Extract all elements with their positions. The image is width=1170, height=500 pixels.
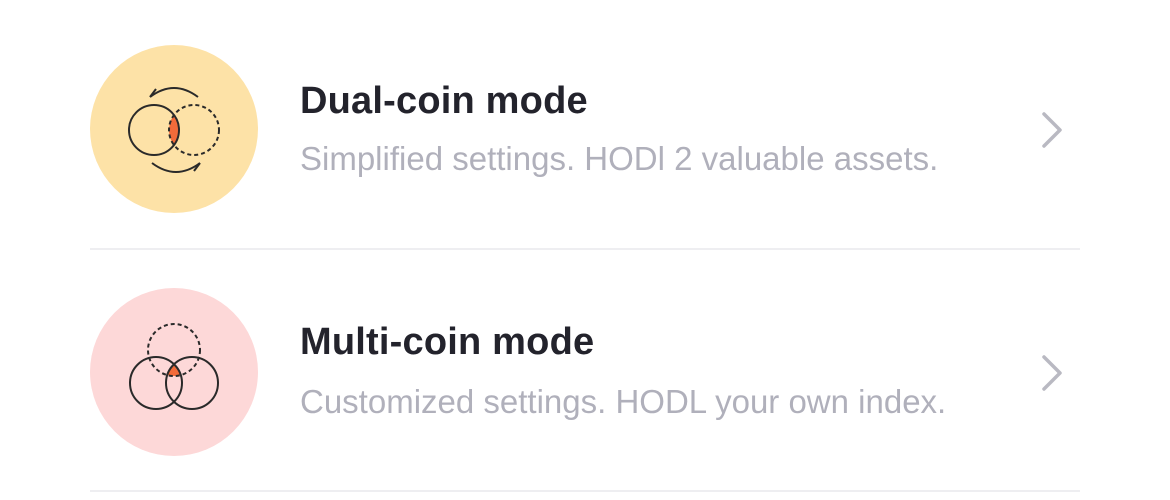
dual-coin-mode-option[interactable]: Dual-coin mode Simplified settings. HODl… — [0, 0, 1170, 243]
mode-title: Multi-coin mode — [300, 321, 595, 363]
chevron-right-icon — [1042, 112, 1062, 148]
mode-title: Dual-coin mode — [300, 80, 588, 122]
mode-list: Dual-coin mode Simplified settings. HODl… — [0, 0, 1170, 500]
dual-coin-icon — [90, 45, 258, 213]
divider — [90, 490, 1080, 492]
mode-subtitle: Customized settings. HODL your own index… — [300, 383, 947, 420]
chevron-right-icon — [1042, 355, 1062, 391]
multi-coin-mode-option[interactable]: Multi-coin mode Customized settings. HOD… — [0, 243, 1170, 486]
multi-coin-icon — [90, 288, 258, 456]
mode-subtitle: Simplified settings. HODl 2 valuable ass… — [300, 140, 939, 177]
